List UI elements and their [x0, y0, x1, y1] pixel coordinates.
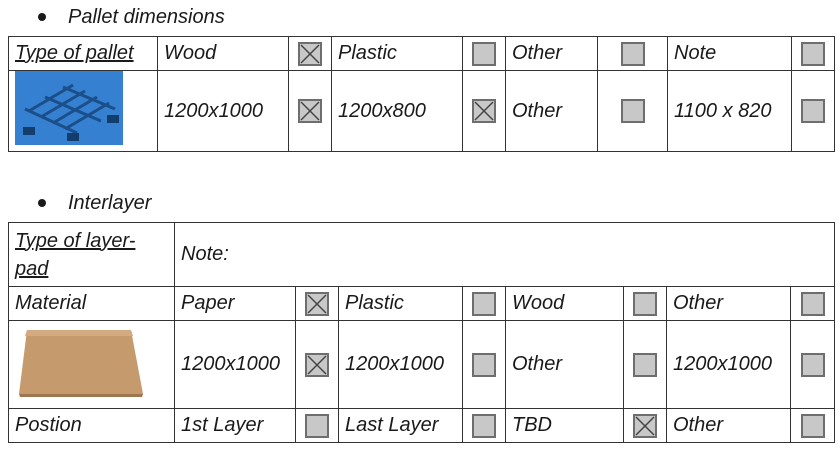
interlayer-table: Type of layer-pad Note: Material Paper P…	[8, 222, 836, 443]
interlayer-size-row: 1200x1000 1200x1000 Other 1200x1000	[8, 320, 836, 409]
note-field[interactable]: Note:	[173, 222, 836, 287]
cardboard-pad-image	[19, 329, 143, 397]
position-label: Postion	[8, 408, 175, 443]
checkbox-1100x820[interactable]	[801, 99, 825, 123]
size-label: 1100 x 820	[667, 70, 792, 152]
option-label: Other	[505, 36, 598, 71]
pallet-type-row: Type of pallet Wood Plastic Other Note	[8, 36, 835, 71]
checkbox-plastic[interactable]	[472, 41, 496, 66]
option-label: Wood	[505, 286, 624, 321]
size-label: 1200x800	[331, 70, 463, 152]
bullet-dot	[38, 199, 46, 207]
pallet-table: Type of pallet Wood Plastic Other Note 1…	[8, 36, 835, 152]
layer-pad-type-row: Type of layer-pad Note:	[8, 222, 836, 287]
option-label: Other	[666, 408, 791, 443]
checkbox-note[interactable]	[801, 41, 825, 66]
material-row: Material Paper Plastic Wood Other	[8, 286, 836, 321]
size-label: 1200x1000	[174, 320, 296, 409]
option-label: 1st Layer	[174, 408, 296, 443]
section-title: Interlayer	[68, 191, 152, 214]
size-label: Other	[505, 320, 624, 409]
checkbox-other[interactable]	[620, 41, 645, 66]
option-label: Plastic	[331, 36, 463, 71]
checkbox-1200x1000[interactable]	[298, 99, 322, 123]
bullet-dot	[38, 13, 46, 21]
size-label: 1200x1000	[157, 70, 289, 152]
interlayer-heading: Interlayer	[38, 189, 151, 217]
pallet-type-label: Type of pallet	[8, 36, 158, 71]
option-label: Wood	[157, 36, 289, 71]
checkbox-position-other[interactable]	[800, 413, 825, 438]
checkbox-last-layer[interactable]	[472, 413, 496, 438]
size-label: 1200x1000	[666, 320, 791, 409]
pallet-size-row: 1200x1000 1200x800 Other 1100 x 820	[8, 70, 835, 152]
option-label: Paper	[174, 286, 296, 321]
position-row: Postion 1st Layer Last Layer TBD Other	[8, 408, 836, 443]
size-label: 1200x1000	[338, 320, 463, 409]
checkbox-tbd[interactable]	[633, 413, 657, 438]
wooden-pallet-image	[15, 71, 123, 145]
option-label: Plastic	[338, 286, 463, 321]
option-label: Other	[666, 286, 791, 321]
material-label: Material	[8, 286, 175, 321]
option-label: Note	[667, 36, 792, 71]
checkbox-size-1[interactable]	[305, 352, 329, 377]
option-label: TBD	[505, 408, 624, 443]
checkbox-plastic[interactable]	[472, 291, 496, 316]
checkbox-wood[interactable]	[298, 41, 322, 66]
size-label: Other	[505, 70, 598, 152]
checkbox-paper[interactable]	[305, 291, 329, 316]
checkbox-other-size[interactable]	[620, 99, 645, 123]
option-label: Last Layer	[338, 408, 463, 443]
checkbox-1200x800[interactable]	[472, 99, 496, 123]
layer-pad-label: Type of layer-pad	[8, 222, 175, 287]
pallet-dimensions-heading: Pallet dimensions	[38, 3, 225, 31]
section-title: Pallet dimensions	[68, 5, 225, 28]
checkbox-1st-layer[interactable]	[305, 413, 329, 438]
checkbox-size-other[interactable]	[633, 352, 657, 377]
checkbox-other[interactable]	[800, 291, 825, 316]
checkbox-wood[interactable]	[633, 291, 657, 316]
checkbox-size-2[interactable]	[472, 352, 496, 377]
checkbox-size-4[interactable]	[800, 352, 825, 377]
